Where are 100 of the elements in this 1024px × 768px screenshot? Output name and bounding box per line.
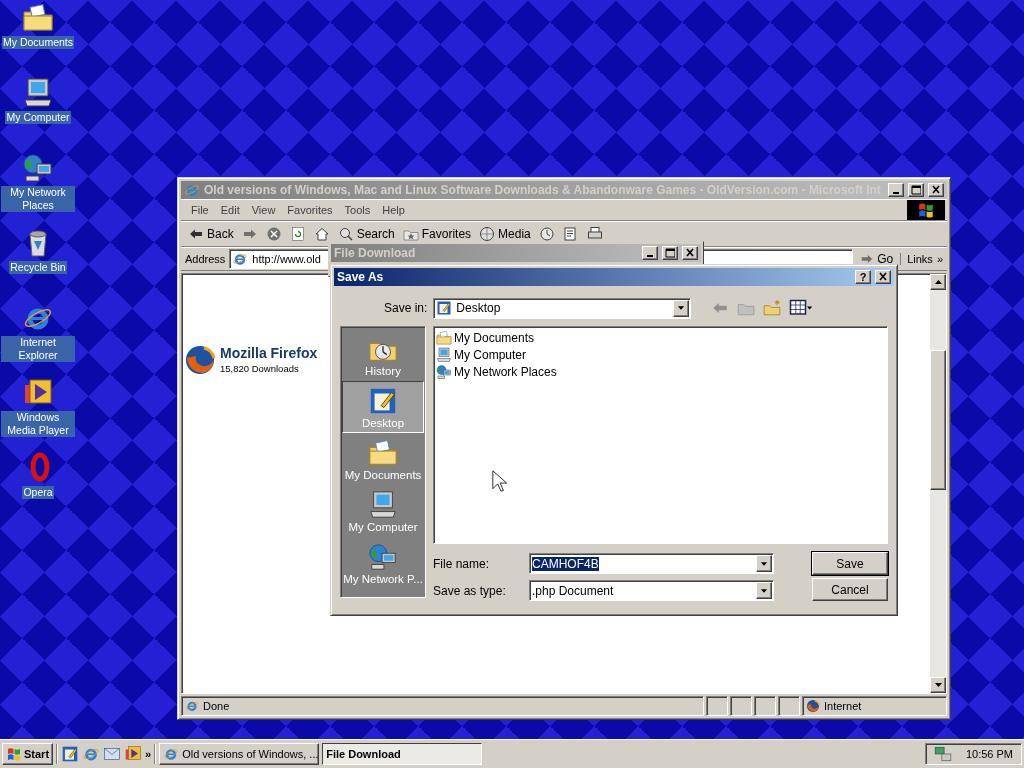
save-in-dropdown[interactable]: Desktop bbox=[433, 297, 692, 319]
icon-label: My Network Places bbox=[1, 186, 75, 212]
menu-item[interactable]: Help bbox=[376, 204, 411, 216]
maximize-icon bbox=[665, 248, 675, 258]
media-icon bbox=[479, 226, 496, 242]
status-text: Done bbox=[203, 700, 230, 712]
start-button[interactable]: Start bbox=[2, 743, 54, 765]
scroll-down-button[interactable] bbox=[930, 677, 946, 693]
address-label: Address bbox=[185, 253, 226, 265]
scroll-up-button[interactable] bbox=[930, 274, 946, 290]
icon-label: Internet Explorer bbox=[1, 336, 75, 362]
menu-item[interactable]: Edit bbox=[214, 204, 246, 216]
close-button[interactable] bbox=[928, 183, 944, 197]
go-button[interactable]: Go bbox=[857, 250, 897, 268]
status-pane bbox=[754, 696, 776, 716]
mail-icon bbox=[562, 226, 579, 242]
menu-item[interactable]: Favorites bbox=[281, 204, 339, 216]
folder-icon[interactable] bbox=[22, 2, 54, 34]
mouse-pointer-icon bbox=[492, 470, 508, 492]
computer-icon[interactable] bbox=[22, 77, 54, 109]
flag-icon bbox=[917, 201, 935, 219]
network-icon bbox=[368, 541, 398, 572]
folder-icon bbox=[436, 329, 452, 346]
maximize-button[interactable] bbox=[908, 183, 924, 197]
network-icon[interactable] bbox=[22, 152, 54, 184]
window-title: File Download bbox=[334, 246, 417, 260]
close-icon bbox=[685, 248, 695, 258]
icon-label: Windows Media Player bbox=[1, 411, 75, 437]
icon-label: My Computer bbox=[5, 111, 71, 124]
icon-label: Recycle Bin bbox=[9, 261, 67, 274]
network-icon bbox=[436, 363, 452, 380]
minimize-icon bbox=[893, 192, 899, 194]
stop-icon bbox=[265, 226, 282, 242]
favorites-button[interactable]: Favorites bbox=[399, 224, 475, 244]
menu-item[interactable]: Tools bbox=[338, 204, 377, 216]
task-button[interactable]: Old versions of Windows, ... bbox=[159, 743, 320, 765]
arrow-up-icon bbox=[934, 280, 942, 284]
pencil-icon[interactable] bbox=[61, 745, 80, 763]
status-pane bbox=[778, 696, 800, 716]
chevron-button[interactable]: » bbox=[145, 748, 152, 760]
mail-icon[interactable] bbox=[103, 745, 122, 763]
close-icon bbox=[931, 185, 941, 195]
zone-text: Internet bbox=[824, 700, 862, 712]
field-label: File name: bbox=[433, 556, 491, 571]
folder-icon bbox=[368, 437, 398, 468]
home-icon bbox=[313, 226, 330, 242]
program-title[interactable]: Mozilla Firefox bbox=[220, 345, 318, 361]
clock: 10:56 PM bbox=[965, 748, 1013, 760]
play-icon[interactable] bbox=[124, 745, 143, 763]
close-button[interactable] bbox=[682, 246, 698, 260]
refresh-icon bbox=[289, 226, 306, 242]
help-button[interactable]: ? bbox=[855, 270, 871, 284]
minimize-icon bbox=[647, 255, 653, 257]
menu-item[interactable]: View bbox=[245, 204, 282, 216]
clock-icon bbox=[538, 226, 555, 242]
file-type-dropdown[interactable]: .php Document bbox=[529, 580, 774, 601]
internet-icon bbox=[232, 251, 249, 267]
menu-item[interactable]: File bbox=[185, 204, 215, 216]
status-pane bbox=[730, 696, 752, 716]
download-count: 15,820 Downloads bbox=[220, 363, 300, 374]
globe-icon[interactable] bbox=[184, 344, 216, 376]
close-icon bbox=[878, 272, 888, 282]
chevron-button[interactable]: » bbox=[936, 253, 943, 265]
computer-icon bbox=[368, 489, 398, 520]
flag-icon bbox=[6, 746, 22, 762]
status-pane bbox=[706, 696, 728, 716]
place-item[interactable]: History bbox=[342, 329, 424, 381]
close-button[interactable] bbox=[875, 270, 891, 284]
file-name-field[interactable]: CAMHOF4B bbox=[529, 553, 774, 574]
minimize-button[interactable] bbox=[642, 246, 658, 260]
globe-icon bbox=[806, 699, 820, 713]
pencil-icon bbox=[436, 300, 453, 316]
list-entry[interactable]: My Network Places bbox=[454, 364, 557, 379]
place-item[interactable]: My Network P... bbox=[342, 537, 424, 589]
search-icon bbox=[337, 226, 354, 242]
place-item[interactable]: My Computer bbox=[342, 485, 424, 537]
cancel-button[interactable]: Cancel bbox=[812, 578, 888, 601]
scrollbar-thumb[interactable] bbox=[930, 350, 946, 490]
place-item[interactable]: My Documents bbox=[342, 433, 424, 485]
computer-icon bbox=[436, 346, 452, 363]
save-button[interactable]: Save bbox=[812, 552, 888, 575]
internet-icon bbox=[184, 182, 200, 198]
internet-icon bbox=[163, 746, 180, 762]
list-entry[interactable]: My Computer bbox=[454, 347, 527, 362]
maximize-icon bbox=[911, 185, 921, 195]
links-button[interactable]: Links bbox=[900, 253, 933, 265]
icon-label: Opera bbox=[22, 486, 54, 499]
printer-icon bbox=[586, 226, 603, 242]
list-entry[interactable]: My Documents bbox=[454, 330, 535, 345]
icon-label: My Documents bbox=[2, 36, 74, 49]
media-button[interactable]: Media bbox=[476, 224, 534, 244]
back-button[interactable]: Back bbox=[185, 224, 237, 244]
task-button[interactable]: File Download bbox=[322, 743, 483, 765]
minimize-button[interactable] bbox=[888, 183, 904, 197]
internet-icon bbox=[185, 699, 199, 713]
arrow-down-icon bbox=[934, 683, 942, 687]
save-in-label: Save in: bbox=[384, 301, 428, 315]
maximize-button[interactable] bbox=[662, 246, 678, 260]
search-button[interactable]: Search bbox=[334, 224, 398, 244]
network-tray-icon[interactable] bbox=[933, 745, 952, 763]
